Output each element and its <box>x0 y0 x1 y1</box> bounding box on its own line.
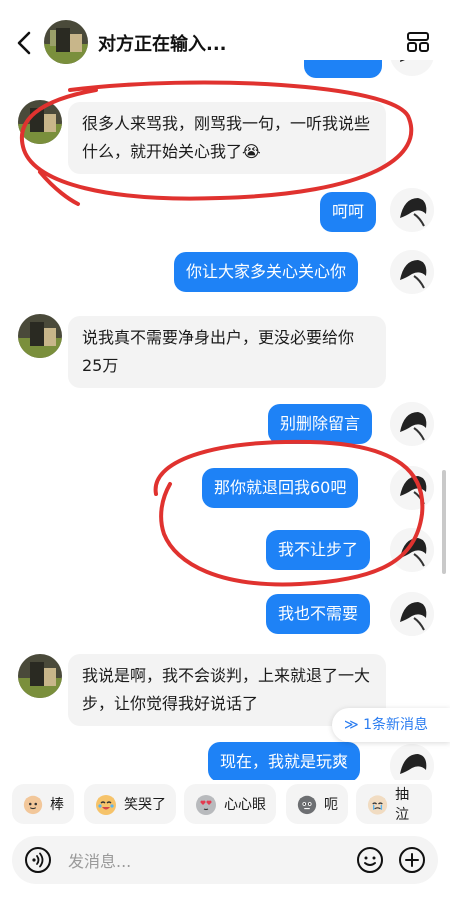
friend-avatar[interactable] <box>18 314 62 358</box>
cat-awkward-icon <box>297 795 317 815</box>
message-text: 很多人来骂我，刚骂我一句，一听我说些什么，就开始关心我了😭 <box>82 114 371 161</box>
grid-menu-icon[interactable] <box>406 30 430 54</box>
message-text: 我不让步了 <box>278 540 359 559</box>
message-bubble-outgoing: 呵呵 <box>320 192 377 232</box>
message-bubble-outgoing-partial <box>304 60 382 78</box>
my-avatar[interactable] <box>390 60 434 76</box>
cat-laugh-cry-icon <box>96 795 116 815</box>
chat-title: 对方正在输入... <box>98 34 227 55</box>
cat-heart-eyes-icon <box>196 795 216 815</box>
sticker-heart-eyes[interactable]: 心心眼 <box>184 784 276 824</box>
chevron-left-icon[interactable] <box>14 30 36 56</box>
friend-avatar[interactable] <box>18 100 62 144</box>
friend-avatar[interactable] <box>18 654 62 698</box>
message-text: 说我真不需要净身出户，更没必要给你25万 <box>82 328 355 375</box>
message-text: 你让大家多关心关心你 <box>186 262 347 281</box>
message-text: 我说是啊，我不会谈判，上来就退了一大步，让你觉得我好说话了 <box>82 666 371 713</box>
my-avatar[interactable] <box>390 250 434 294</box>
my-avatar[interactable] <box>390 744 434 780</box>
message-text: 别删除留言 <box>280 414 361 433</box>
message-bubble-outgoing: 那你就退回我60吧 <box>202 468 359 508</box>
sticker-thumbs[interactable]: 棒 <box>12 784 74 824</box>
cat-thumbs-icon <box>23 795 43 815</box>
sticker-awkward[interactable]: 呃 <box>286 784 348 824</box>
message-bubble-outgoing: 你让大家多关心关心你 <box>174 252 359 292</box>
sticker-label: 笑哭了 <box>124 797 166 813</box>
sticker-label: 棒 <box>50 797 64 813</box>
message-text: 我也不需要 <box>278 604 359 623</box>
scrollbar[interactable] <box>442 470 446 574</box>
bottom-safe-area <box>0 896 450 913</box>
sticker-sob[interactable]: 抽泣 <box>356 784 432 824</box>
sticker-label: 心心眼 <box>224 797 266 813</box>
message-input[interactable]: 发消息... <box>68 848 131 872</box>
message-bubble-outgoing: 现在，我就是玩爽 <box>208 742 361 780</box>
message-bubble-outgoing: 别删除留言 <box>268 404 373 444</box>
my-avatar[interactable] <box>390 592 434 636</box>
new-messages-button[interactable]: ≫ 1条新消息 <box>332 708 450 742</box>
sticker-laugh-cry[interactable]: 笑哭了 <box>84 784 176 824</box>
message-text: 呵呵 <box>332 202 365 221</box>
message-bubble-outgoing: 我也不需要 <box>266 594 371 634</box>
message-text: 现在，我就是玩爽 <box>220 752 349 771</box>
emoji-icon[interactable] <box>356 846 384 874</box>
sticker-label: 呃 <box>324 797 338 813</box>
my-avatar[interactable] <box>390 466 434 510</box>
message-bubble-outgoing: 我不让步了 <box>266 530 371 570</box>
message-input-bar: 发消息... <box>12 836 438 884</box>
my-avatar[interactable] <box>390 402 434 446</box>
friend-avatar[interactable] <box>44 20 88 64</box>
message-list[interactable]: 很多人来骂我，刚骂我一句，一听我说些什么，就开始关心我了😭 呵呵 你让大家多关心… <box>0 60 450 780</box>
sticker-label: 抽泣 <box>395 787 410 823</box>
cat-sob-icon <box>367 795 388 815</box>
plus-icon[interactable] <box>398 846 426 874</box>
message-bubble-incoming: 很多人来骂我，刚骂我一句，一听我说些什么，就开始关心我了😭 <box>68 102 386 174</box>
my-avatar[interactable] <box>390 188 434 232</box>
message-bubble-incoming: 说我真不需要净身出户，更没必要给你25万 <box>68 316 386 388</box>
my-avatar[interactable] <box>390 528 434 572</box>
message-text: 那你就退回我60吧 <box>214 478 347 497</box>
sticker-suggestion-bar: 棒 笑哭了 心心眼 呃 抽泣 <box>0 784 450 824</box>
voice-icon[interactable] <box>24 846 52 874</box>
